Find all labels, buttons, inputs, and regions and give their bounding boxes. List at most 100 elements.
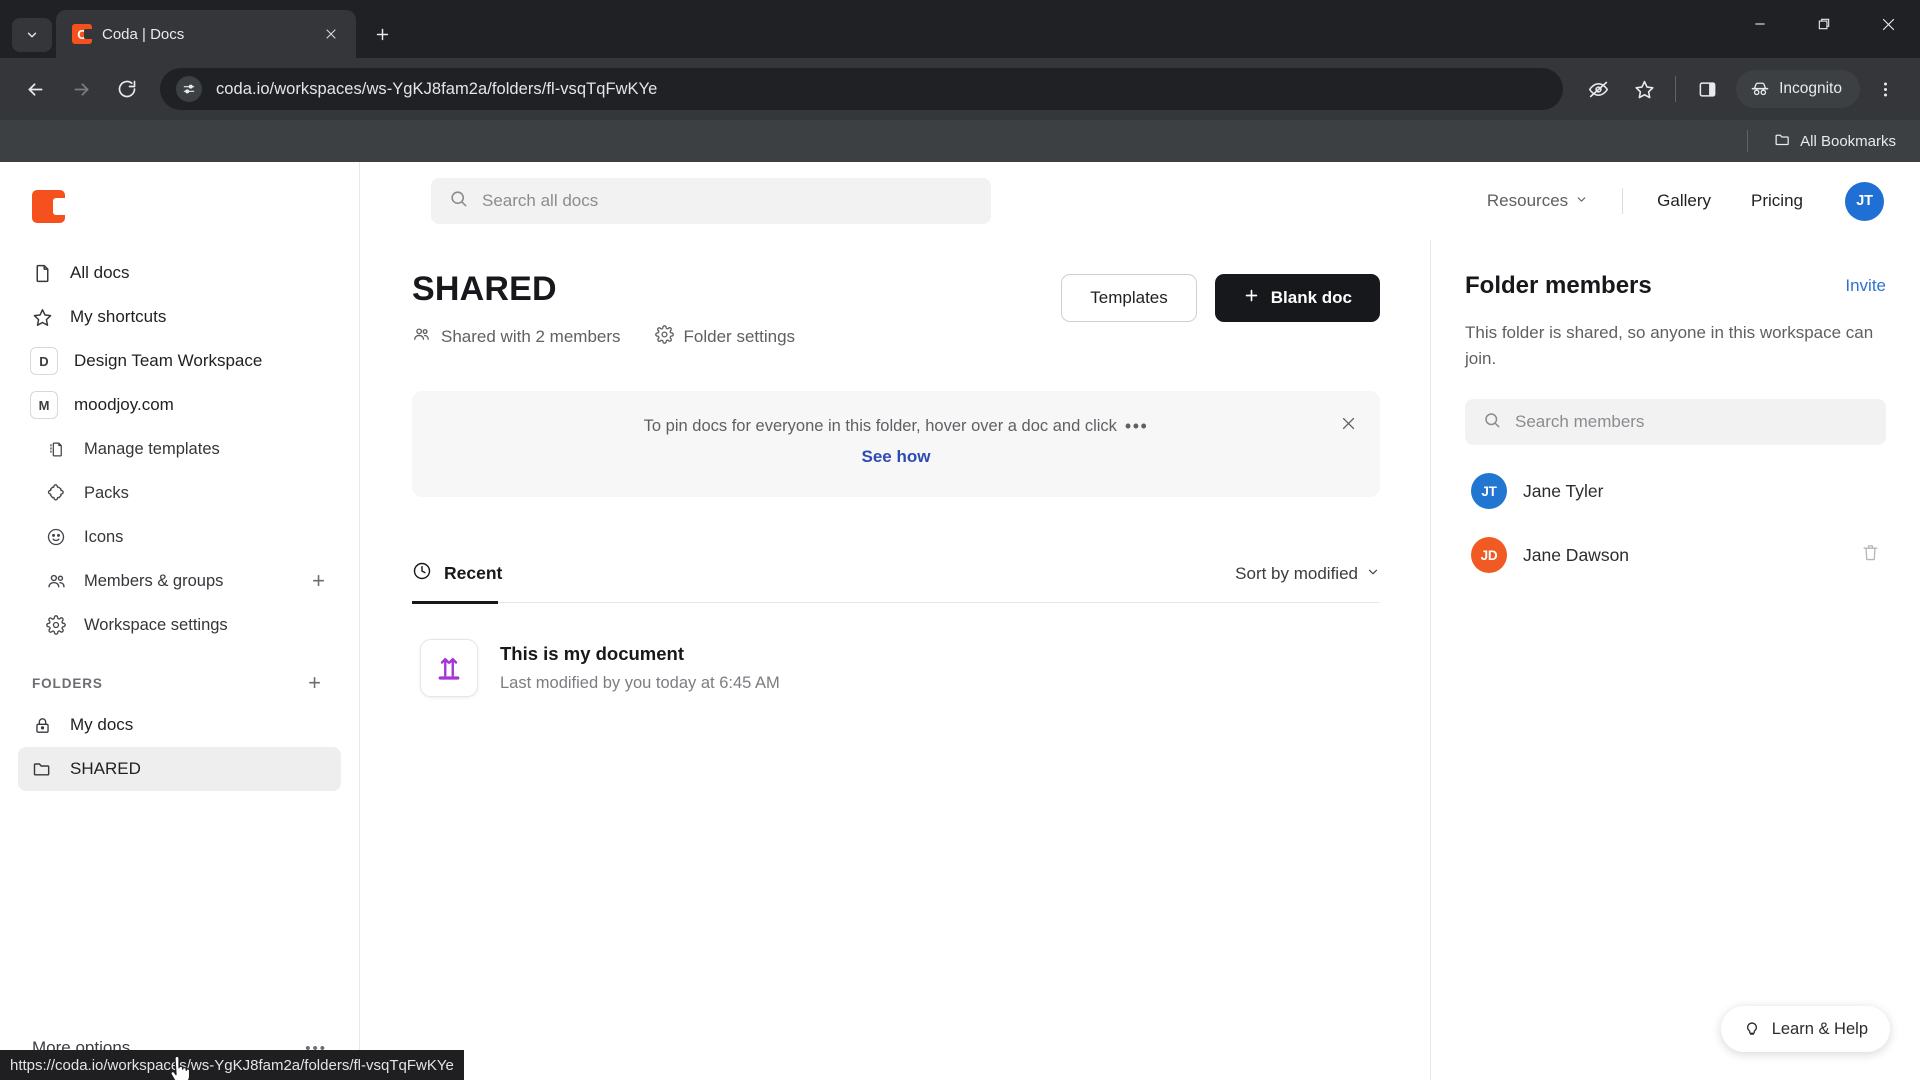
puzzle-icon (44, 483, 68, 503)
list-item: JT Jane Tyler (1465, 463, 1886, 519)
people-icon (412, 325, 431, 349)
workspace-badge: D (30, 347, 58, 375)
minimize-icon[interactable] (1728, 0, 1792, 48)
bookmark-star-icon[interactable] (1623, 68, 1665, 110)
sidebar-item-all-docs[interactable]: All docs (18, 251, 341, 295)
search-members-placeholder: Search members (1515, 412, 1645, 431)
ellipsis-icon: ••• (1124, 416, 1149, 437)
toolbar-divider (1675, 76, 1677, 102)
forward-icon[interactable] (60, 68, 102, 110)
browser-window: C Coda | Docs coda.io/workspaces/ws-YgKJ… (0, 0, 1920, 1080)
workspace-badge: M (30, 391, 58, 419)
sort-by-dropdown[interactable]: Sort by modified (1235, 564, 1380, 584)
sidebar-item-icons[interactable]: Icons (18, 515, 341, 559)
close-tab-icon[interactable] (320, 23, 342, 45)
document-icon (30, 263, 54, 284)
sidebar-item-moodjoy[interactable]: M moodjoy.com (18, 383, 341, 427)
sidebar-item-my-shortcuts[interactable]: My shortcuts (18, 295, 341, 339)
nav-gallery[interactable]: Gallery (1637, 183, 1731, 219)
back-icon[interactable] (14, 68, 56, 110)
search-all-docs-input[interactable]: Search all docs (431, 178, 991, 224)
folder-members-title: Folder members (1465, 272, 1652, 299)
blank-doc-button[interactable]: Blank doc (1214, 274, 1380, 322)
close-window-icon[interactable] (1856, 0, 1920, 48)
browser-toolbar: coda.io/workspaces/ws-YgKJ8fam2a/folders… (0, 58, 1920, 120)
learn-help-button[interactable]: Learn & Help (1720, 1006, 1890, 1052)
nav-pricing[interactable]: Pricing (1731, 183, 1823, 219)
hidden-eye-icon[interactable] (1577, 68, 1619, 110)
status-bar: https://coda.io/workspaces/ws-YgKJ8fam2a… (0, 1050, 464, 1080)
smiley-icon (44, 527, 68, 547)
sidebar-item-design-team-workspace[interactable]: D Design Team Workspace (18, 339, 341, 383)
templates-button[interactable]: Templates (1061, 274, 1197, 322)
add-member-icon[interactable]: + (312, 570, 329, 592)
remove-member-trash-icon[interactable] (1861, 543, 1880, 567)
sidebar-label: My shortcuts (70, 307, 167, 326)
folder-content: SHARED Shared with 2 members Folder sett… (360, 240, 1430, 1080)
new-tab-icon[interactable] (364, 16, 400, 52)
bookmarks-bar: All Bookmarks (0, 120, 1920, 162)
bookmarks-divider (1747, 130, 1749, 152)
banner-text-row: To pin docs for everyone in this folder,… (432, 417, 1360, 436)
incognito-label: Incognito (1779, 80, 1842, 97)
sidebar-label: Design Team Workspace (74, 351, 263, 370)
sidebar-label: Members & groups (84, 571, 224, 590)
tab-recent[interactable]: Recent (412, 561, 502, 586)
sidebar-label: All docs (70, 263, 130, 282)
add-folder-icon[interactable]: + (308, 672, 325, 694)
gear-icon (654, 325, 674, 349)
window-controls (1728, 0, 1920, 48)
content-area: SHARED Shared with 2 members Folder sett… (360, 240, 1920, 1080)
tab-search-icon[interactable] (12, 18, 52, 52)
folder-icon (1774, 131, 1791, 152)
folder-settings-button[interactable]: Folder settings (654, 325, 795, 349)
browser-tab[interactable]: C Coda | Docs (56, 10, 356, 58)
sidebar-item-packs[interactable]: Packs (18, 471, 341, 515)
list-item[interactable]: This is my document Last modified by you… (412, 629, 1380, 707)
folders-section-title: FOLDERS (32, 675, 103, 691)
avatar: JD (1471, 537, 1507, 573)
search-icon (1483, 411, 1501, 434)
coda-logo-icon[interactable] (32, 190, 65, 223)
shared-with-members[interactable]: Shared with 2 members (412, 325, 621, 349)
folder-icon (30, 759, 54, 779)
maximize-icon[interactable] (1792, 0, 1856, 48)
people-icon (44, 571, 68, 592)
site-settings-icon[interactable] (176, 76, 202, 102)
avatar[interactable]: JT (1845, 181, 1884, 221)
folders-section-header: FOLDERS + (18, 663, 341, 703)
sidebar-item-members-groups[interactable]: Members & groups + (18, 559, 341, 603)
nav-resources-label: Resources (1486, 191, 1569, 210)
sidebar: All docs My shortcuts D Design Team Work… (0, 162, 360, 1080)
see-how-link[interactable]: See how (862, 447, 931, 467)
coda-favicon-icon: C (72, 24, 92, 44)
reload-icon[interactable] (106, 68, 148, 110)
plus-icon (1243, 287, 1260, 309)
sidebar-label: Workspace settings (84, 615, 228, 634)
folder-action-buttons: Templates Blank doc (1061, 274, 1380, 322)
chevron-down-icon (1366, 564, 1380, 584)
sidebar-label: Icons (84, 527, 124, 546)
nav-resources[interactable]: Resources (1467, 183, 1608, 219)
app-topbar: Search all docs Resources Gallery Pricin… (360, 162, 1920, 240)
sidebar-item-workspace-settings[interactable]: Workspace settings (18, 603, 341, 647)
folder-members-description: This folder is shared, so anyone in this… (1465, 323, 1874, 368)
recent-tab-bar: Recent Sort by modified (412, 561, 1380, 604)
sidebar-item-my-docs[interactable]: My docs (18, 703, 341, 747)
pin-docs-banner: To pin docs for everyone in this folder,… (412, 391, 1380, 497)
doc-subtitle: Last modified by you today at 6:45 AM (500, 674, 780, 692)
member-name: Jane Tyler (1523, 480, 1604, 501)
incognito-indicator[interactable]: Incognito (1736, 70, 1860, 108)
doc-info: This is my document Last modified by you… (500, 643, 780, 693)
sidebar-item-shared[interactable]: SHARED (18, 747, 341, 791)
all-bookmarks-button[interactable]: All Bookmarks (1766, 126, 1904, 157)
invite-button[interactable]: Invite (1845, 276, 1886, 296)
close-banner-icon[interactable] (1334, 409, 1362, 437)
chrome-menu-icon[interactable] (1864, 68, 1906, 110)
sidebar-item-manage-templates[interactable]: Manage templates (18, 427, 341, 471)
search-members-input[interactable]: Search members (1465, 399, 1886, 445)
members-list: JT Jane Tyler JD Jane Dawson (1465, 463, 1886, 583)
address-bar[interactable]: coda.io/workspaces/ws-YgKJ8fam2a/folders… (160, 68, 1564, 110)
side-panel-icon[interactable] (1686, 68, 1728, 110)
sidebar-label: Manage templates (84, 439, 220, 458)
